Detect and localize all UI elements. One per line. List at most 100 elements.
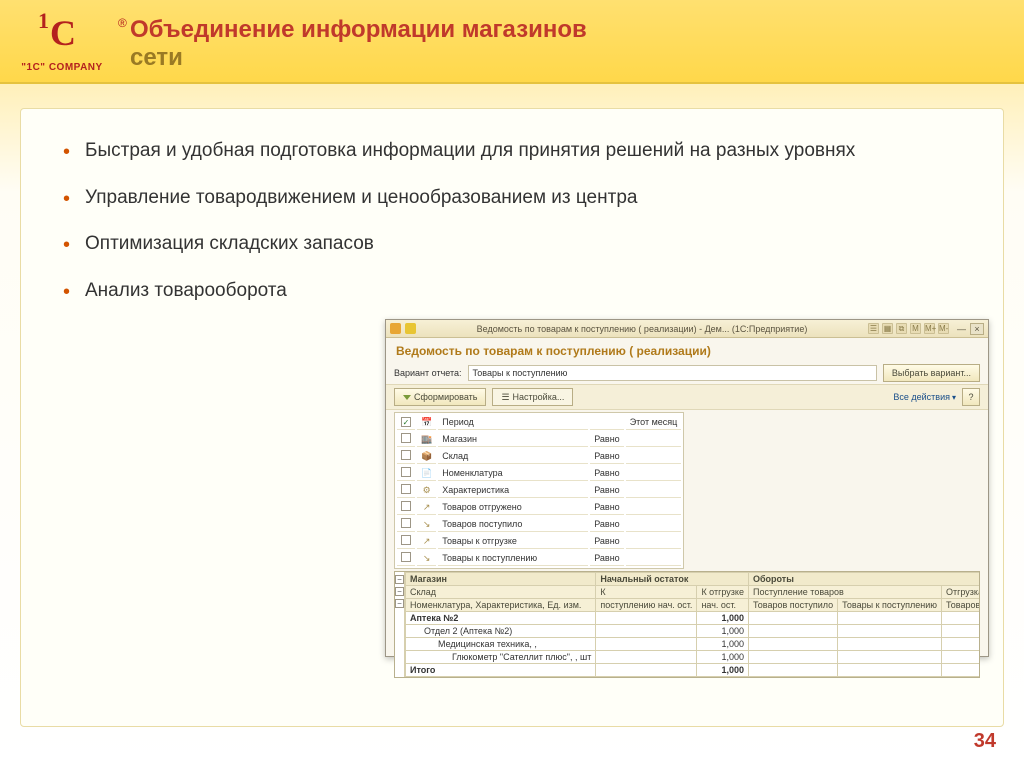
bullet-list: Быстрая и удобная подготовка информации … [57,139,967,304]
filter-value[interactable] [626,449,682,464]
logo-brand-text: "1C" COMPANY [10,62,114,73]
report-row: Глюкометр "Сателлит плюс", , шт1,000 [406,651,981,664]
choose-variant-label: Выбрать вариант... [892,368,971,378]
filter-name: Товары к отгрузке [438,534,588,549]
choose-variant-button[interactable]: Выбрать вариант... [883,364,980,382]
filter-row[interactable]: 📦СкладРавно [397,449,681,464]
filter-value[interactable]: Этот месяц [626,415,682,430]
report-row: Итого1,000 [406,664,981,677]
col-sklad: Склад [406,586,596,599]
bullet-item: Управление товародвижением и ценообразов… [57,186,967,211]
app-icon [390,323,401,334]
filter-grid: ✓📅ПериодЭтот месяц🏬МагазинРавно📦СкладРав… [394,412,684,569]
tool-m-icon[interactable]: M [910,323,921,334]
filter-value[interactable] [626,534,682,549]
col-nomen: Номенклатура, Характеристика, Ед. изм. [406,599,596,612]
colgroup-initial: Начальный остаток [596,573,749,586]
page-number: 34 [974,730,996,753]
filter-value[interactable] [626,500,682,515]
row-value: 1,000 [697,612,749,625]
play-icon [403,395,411,400]
checkbox-icon[interactable] [401,467,411,477]
all-actions-label: Все действия [893,392,950,402]
checkbox-icon[interactable] [401,484,411,494]
settings-label: Настройка... [513,392,565,402]
report-title: Ведомость по товарам к поступлению ( реа… [386,338,988,362]
filter-operator: Равно [590,534,623,549]
filter-type-icon: ↗ [417,534,436,549]
help-button[interactable]: ? [962,388,980,406]
row-label: Отдел 2 (Аптека №2) [406,625,596,638]
checkbox-icon[interactable]: ✓ [401,417,411,427]
close-icon[interactable]: × [970,323,984,335]
col-rec-init: поступлению нач. ост. [596,599,697,612]
bullet-item: Быстрая и удобная подготовка информации … [57,139,967,164]
collapse-node-icon[interactable]: − [395,575,404,584]
tool-icon[interactable]: ▦ [882,323,893,334]
row-label: Аптека №2 [406,612,596,625]
col-k-ship: К отгрузке [697,586,749,599]
filter-type-icon: 📦 [417,449,436,464]
filter-type-icon: 🏬 [417,432,436,447]
tool-m-plus-icon[interactable]: M+ [924,323,935,334]
report-row: Отдел 2 (Аптека №2)1,000 [406,625,981,638]
all-actions-link[interactable]: Все действия ▾ [893,392,956,402]
filter-operator: Равно [590,500,623,515]
title-line2: сети [130,44,183,71]
collapse-node-icon[interactable]: − [395,599,404,608]
variant-value: Товары к поступлению [473,368,568,378]
row-label: Итого [406,664,596,677]
settings-icon: ☰ [501,392,509,403]
outline-column: − − − [395,572,405,677]
filter-type-icon: ⚙ [417,483,436,498]
filter-row[interactable]: 📄НоменклатураРавно [397,466,681,481]
filter-value[interactable] [626,483,682,498]
filter-row[interactable]: ↘Товары к поступлениюРавно [397,551,681,566]
filter-type-icon: ↘ [417,517,436,532]
report-row: Медицинская техника, ,1,000 [406,638,981,651]
filter-value[interactable] [626,551,682,566]
col-receipt: Поступление товаров [748,586,941,599]
checkbox-icon[interactable] [401,518,411,528]
filter-row[interactable]: ✓📅ПериодЭтот месяц [397,415,681,430]
app-titlebar: Ведомость по товарам к поступлению ( реа… [386,320,988,338]
checkbox-icon[interactable] [401,450,411,460]
tool-icon[interactable]: ⧉ [896,323,907,334]
minimize-icon[interactable]: — [957,324,966,334]
variant-field[interactable]: Товары к поступлению [468,365,877,381]
embedded-app-window: Ведомость по товарам к поступлению ( реа… [385,319,989,657]
favorite-icon[interactable] [405,323,416,334]
filter-name: Товаров отгружено [438,500,588,515]
checkbox-icon[interactable] [401,433,411,443]
filter-operator: Равно [590,466,623,481]
filter-type-icon: 📄 [417,466,436,481]
filter-value[interactable] [626,517,682,532]
filter-operator: Равно [590,432,623,447]
checkbox-icon[interactable] [401,501,411,511]
chevron-down-icon: ▾ [952,393,956,402]
filter-value[interactable] [626,432,682,447]
filter-row[interactable]: 🏬МагазинРавно [397,432,681,447]
tool-icon[interactable]: ☰ [868,323,879,334]
col-received: Товаров поступило [748,599,837,612]
filter-row[interactable]: ↗Товары к отгрузкеРавно [397,534,681,549]
tool-m-minus-icon[interactable]: M- [938,323,949,334]
col-ship: Отгрузка товаров [942,586,981,599]
filter-name: Номенклатура [438,466,588,481]
filter-row[interactable]: ↘Товаров поступилоРавно [397,517,681,532]
settings-button[interactable]: ☰ Настройка... [492,388,573,406]
report-row: Аптека №2 1,000 [406,612,981,625]
filter-row[interactable]: ↗Товаров отгруженоРавно [397,500,681,515]
content-panel: Быстрая и удобная подготовка информации … [20,108,1004,727]
filter-value[interactable] [626,466,682,481]
filter-row[interactable]: ⚙ХарактеристикаРавно [397,483,681,498]
collapse-node-icon[interactable]: − [395,587,404,596]
checkbox-icon[interactable] [401,535,411,545]
row-value: 1,000 [697,638,749,651]
variant-label: Вариант отчета: [394,368,462,378]
bullet-item: Анализ товарооборота [57,279,967,304]
filter-name: Склад [438,449,588,464]
generate-button[interactable]: Сформировать [394,388,486,406]
filter-operator: Равно [590,449,623,464]
checkbox-icon[interactable] [401,552,411,562]
